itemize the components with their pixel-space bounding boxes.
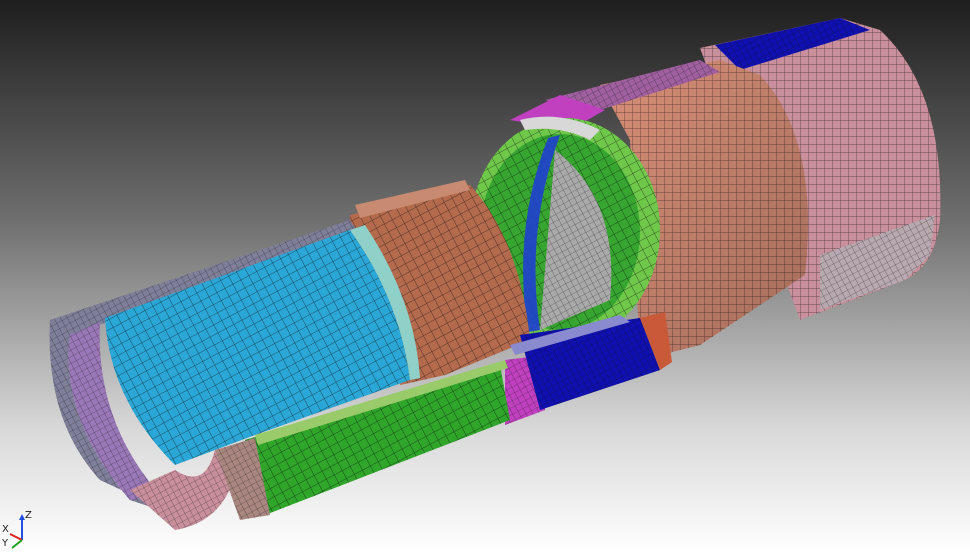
x-axis-line [9,533,23,541]
axis-triad: Z X Y [1,510,32,549]
y-axis-label: Y [1,538,9,549]
y-axis-line [11,539,23,549]
graphics-viewport[interactable]: Z X Y [0,0,970,552]
x-axis-label: X [2,524,9,535]
fe-mesh-model[interactable] [0,0,970,552]
z-axis-label: Z [25,510,32,521]
